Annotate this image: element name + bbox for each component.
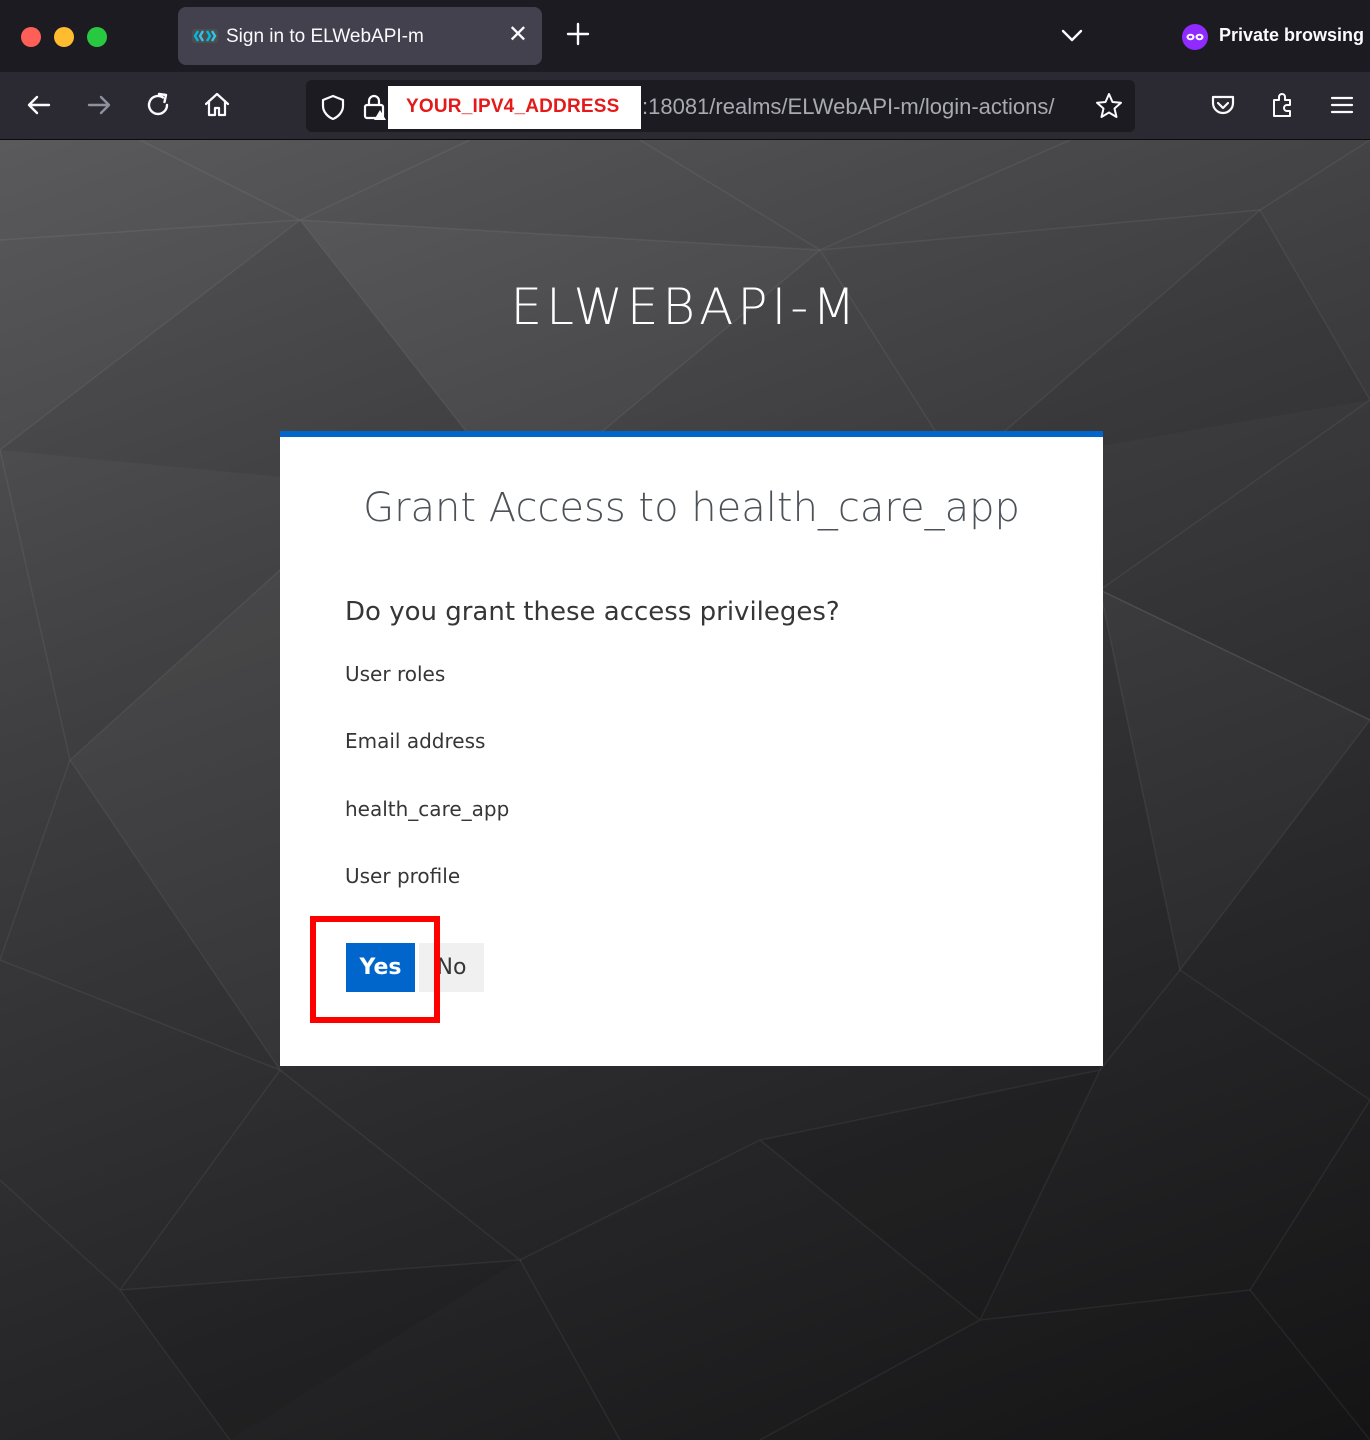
home-icon[interactable] bbox=[202, 90, 232, 120]
insecure-lock-icon[interactable] bbox=[362, 93, 388, 121]
keycloak-favicon-icon bbox=[192, 29, 218, 43]
tab-bar: Sign in to ELWebAPI-m ✕ Private browsing bbox=[0, 0, 1370, 72]
private-browsing-label: Private browsing bbox=[1219, 25, 1365, 45]
tab-sign-in[interactable]: Sign in to ELWebAPI-m ✕ bbox=[178, 7, 542, 65]
consent-question: Do you grant these access privileges? bbox=[345, 597, 840, 627]
redacted-host-text: YOUR_IPV4_ADDRESS bbox=[406, 96, 620, 117]
permission-item: User profile bbox=[345, 864, 461, 888]
tab-title: Sign in to ELWebAPI-m bbox=[226, 26, 424, 47]
close-tab-icon[interactable]: ✕ bbox=[508, 23, 528, 47]
forward-arrow-icon[interactable] bbox=[84, 90, 114, 120]
bookmark-star-icon[interactable] bbox=[1094, 91, 1124, 121]
private-browsing-icon bbox=[1182, 24, 1208, 50]
permission-item: health_care_app bbox=[345, 797, 510, 821]
navigation-toolbar: YOUR_IPV4_ADDRESS :18081/realms/ELWebAPI… bbox=[0, 72, 1370, 140]
close-window-button[interactable] bbox=[21, 27, 41, 47]
zoom-window-button[interactable] bbox=[87, 27, 107, 47]
back-arrow-icon[interactable] bbox=[24, 90, 54, 120]
pocket-icon[interactable] bbox=[1208, 90, 1238, 120]
minimize-window-button[interactable] bbox=[54, 27, 74, 47]
chevron-down-icon[interactable] bbox=[1058, 22, 1086, 50]
redacted-host-label: YOUR_IPV4_ADDRESS bbox=[388, 86, 641, 129]
url-text[interactable]: :18081/realms/ELWebAPI-m/login-actions/ bbox=[642, 94, 1082, 120]
tracking-protection-shield-icon[interactable] bbox=[320, 93, 346, 121]
hamburger-menu-icon[interactable] bbox=[1327, 90, 1357, 120]
page-background: ELWEBAPI-M Grant Access to health_care_a… bbox=[0, 140, 1370, 1440]
realm-title: ELWEBAPI-M bbox=[510, 278, 860, 336]
extensions-icon[interactable] bbox=[1268, 90, 1298, 120]
reload-icon[interactable] bbox=[143, 90, 173, 120]
annotation-highlight-box bbox=[310, 916, 440, 1023]
new-tab-icon[interactable] bbox=[564, 20, 592, 48]
permission-item: User roles bbox=[345, 662, 446, 686]
address-bar[interactable]: YOUR_IPV4_ADDRESS :18081/realms/ELWebAPI… bbox=[306, 80, 1135, 132]
permission-item: Email address bbox=[345, 729, 486, 753]
consent-title: Grant Access to health_care_app bbox=[363, 485, 1020, 531]
